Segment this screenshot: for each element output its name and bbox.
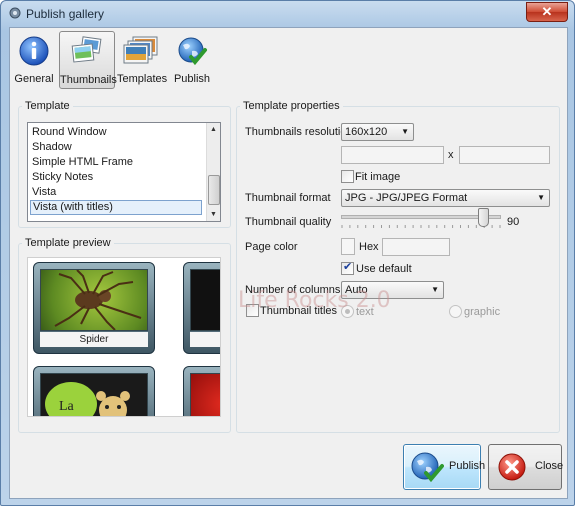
thumbnail-height-field[interactable] <box>459 146 550 164</box>
title-bar: Publish gallery ✕ <box>1 1 574 27</box>
template-preview-area: Spider La <box>27 257 221 417</box>
dropdown-arrow-icon: ▼ <box>537 193 545 202</box>
template-item-shadow[interactable]: Shadow <box>30 140 202 155</box>
thumbnail-width-field[interactable] <box>341 146 444 164</box>
thumbnail-caption: Spider <box>40 332 148 347</box>
thumbnail-quality-value: 90 <box>507 216 520 228</box>
page-color-swatch[interactable] <box>341 238 355 255</box>
preview-thumbnail-apple <box>183 366 220 416</box>
quality-slider-track[interactable] <box>341 215 501 219</box>
spider-image <box>54 269 142 331</box>
quality-slider-ticks <box>341 225 501 228</box>
watermark-text: Life Rocks 2.0 <box>238 288 391 313</box>
thumbnail-quality-label: Thumbnail quality <box>245 216 332 228</box>
scrollbar-thumb[interactable] <box>208 175 220 205</box>
dialog-body: General Thumbnails Templates Publish Tem… <box>9 27 568 499</box>
dark-photo <box>190 269 220 331</box>
toolbar-publish-button[interactable]: Publish <box>170 31 214 87</box>
toys-photo: La <box>40 373 148 416</box>
template-item-sticky-notes[interactable]: Sticky Notes <box>30 170 202 185</box>
page-color-label: Page color <box>245 241 298 253</box>
hex-label: Hex <box>359 241 379 253</box>
template-list-scrollbar[interactable]: ▲ ▼ <box>206 123 220 221</box>
template-preview-title: Template preview <box>22 237 114 249</box>
toolbar-thumbnails-button[interactable]: Thumbnails <box>59 31 117 89</box>
publish-button-label: Publish <box>449 460 486 472</box>
fit-image-label: Fit image <box>355 171 401 183</box>
close-button-label: Close <box>535 460 564 472</box>
template-item-vista-with-titles[interactable]: Vista (with titles) <box>30 200 202 215</box>
dropdown-arrow-icon: ▼ <box>431 285 439 294</box>
thumbnail-format-select[interactable]: JPG - JPG/JPEG Format ▼ <box>341 189 550 207</box>
templates-icon <box>123 36 158 64</box>
template-group-title: Template <box>22 100 73 112</box>
thumbnails-resolution-label: Thumbnails resolution <box>245 126 353 138</box>
toolbar-thumbnails-label: Thumbnails <box>60 74 117 86</box>
use-default-label: Use default <box>356 263 412 275</box>
dropdown-arrow-icon: ▼ <box>401 127 409 136</box>
toys-image: La <box>45 382 130 416</box>
template-item-vista[interactable]: Vista <box>30 185 202 200</box>
publish-button[interactable]: Publish <box>403 444 485 490</box>
use-default-checkbox[interactable] <box>341 260 354 275</box>
scroll-up-arrow-icon[interactable]: ▲ <box>207 123 220 136</box>
thumbnail-caption-empty <box>190 332 220 347</box>
info-icon <box>19 36 49 66</box>
toolbar-general-label: General <box>14 73 54 85</box>
size-separator: x <box>448 149 454 161</box>
thumbnail-format-value: JPG - JPG/JPEG Format <box>345 192 468 204</box>
toolbar-general-button[interactable]: General <box>12 31 56 87</box>
hex-color-field[interactable] <box>382 238 450 256</box>
scroll-down-arrow-icon[interactable]: ▼ <box>207 208 220 221</box>
thumbnail-format-label: Thumbnail format <box>245 192 331 204</box>
apple-photo <box>190 373 220 416</box>
thumbnails-icon <box>71 36 102 63</box>
preview-thumbnail-toys: La <box>33 366 155 416</box>
thumbnails-resolution-select[interactable]: 160x120 ▼ <box>341 123 414 141</box>
window-title: Publish gallery <box>26 7 105 21</box>
toolbar: General Thumbnails Templates Publish <box>10 28 567 92</box>
close-button[interactable]: Close <box>488 444 564 490</box>
fit-image-checkbox[interactable] <box>341 170 354 183</box>
toolbar-templates-button[interactable]: Templates <box>117 31 168 87</box>
template-item-round-window[interactable]: Round Window <box>30 125 202 140</box>
template-properties-title: Template properties <box>240 100 343 112</box>
toolbar-templates-label: Templates <box>117 73 168 85</box>
title-mode-graphic-label: graphic <box>464 306 501 318</box>
svg-text:La: La <box>59 399 75 414</box>
toolbar-publish-label: Publish <box>173 73 211 85</box>
quality-slider-thumb[interactable] <box>478 208 490 227</box>
spider-photo <box>40 269 148 331</box>
publish-globe-icon <box>411 452 444 483</box>
app-gear-icon <box>9 7 21 19</box>
template-list[interactable]: Round Window Shadow Simple HTML Frame St… <box>27 122 221 222</box>
publish-globe-icon <box>178 37 207 66</box>
thumbnails-resolution-value: 160x120 <box>345 126 388 138</box>
publish-gallery-window: Publish gallery ✕ General Thumbnails Tem… <box>0 0 575 506</box>
preview-thumbnail-spider: Spider <box>33 262 155 354</box>
template-item-simple-html-frame[interactable]: Simple HTML Frame <box>30 155 202 170</box>
preview-thumbnail-dark <box>183 262 220 354</box>
title-mode-graphic-radio[interactable] <box>449 305 462 318</box>
window-close-button[interactable]: ✕ <box>526 2 568 22</box>
close-icon <box>498 453 526 481</box>
